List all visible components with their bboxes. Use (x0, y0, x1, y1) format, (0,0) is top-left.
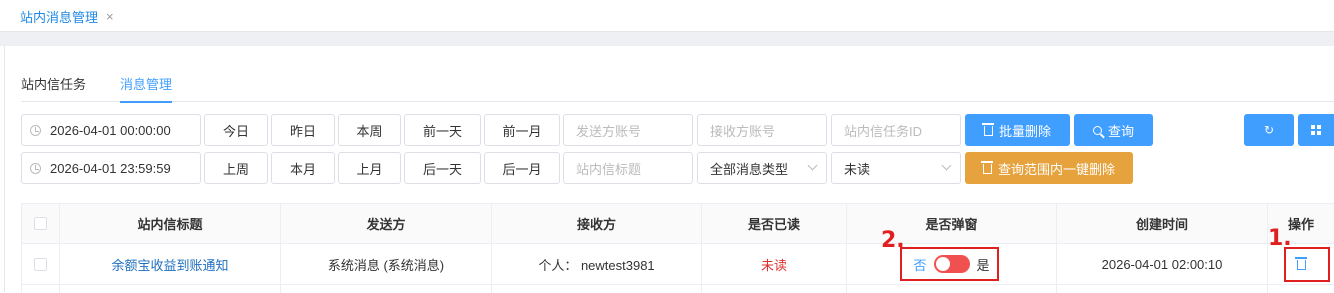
select-all-checkbox[interactable] (34, 217, 47, 230)
prev-day-button[interactable]: 前一天 (404, 114, 481, 146)
tab-label: 站内消息管理 (20, 9, 99, 25)
prev-month-button[interactable]: 前一月 (484, 114, 560, 146)
batch-delete-button[interactable]: 批量删除 (965, 114, 1070, 146)
yesterday-button[interactable]: 昨日 (271, 114, 335, 146)
range-delete-button[interactable]: 查询范围内一键删除 (965, 152, 1133, 184)
next-month-button[interactable]: 后一月 (484, 152, 560, 184)
next-day-button[interactable]: 后一天 (404, 152, 481, 184)
header-receiver: 接收方 (492, 204, 702, 243)
message-table: 站内信标题 发送方 接收方 是否已读 是否弹窗 创建时间 操作 余额宝收益到账通… (21, 203, 1334, 293)
content-gap (0, 32, 1334, 46)
grid-icon (1310, 124, 1322, 136)
header-created: 创建时间 (1057, 204, 1268, 243)
row-select-cell (22, 244, 60, 284)
title-input[interactable]: 站内信标题 (563, 152, 693, 184)
tab-site-message-management[interactable]: 站内消息管理 × (20, 7, 114, 25)
last-month-button[interactable]: 上月 (338, 152, 401, 184)
clock-icon (30, 162, 41, 174)
columns-button[interactable] (1298, 114, 1334, 146)
chevron-down-icon (807, 160, 818, 171)
today-button[interactable]: 今日 (204, 114, 268, 146)
table-header: 站内信标题 发送方 接收方 是否已读 是否弹窗 创建时间 操作 (22, 204, 1334, 244)
sender-account-input[interactable]: 发送方账号 (563, 114, 693, 146)
header-select-cell (22, 204, 60, 243)
sub-tabs: 站内信任务 消息管理 (21, 74, 1334, 103)
header-title: 站内信标题 (60, 204, 281, 243)
header-read: 是否已读 (702, 204, 847, 243)
annotation-box-1 (1284, 247, 1330, 282)
message-title-link[interactable]: 余额宝收益到账通知 (111, 255, 228, 274)
read-status-text: 未读 (760, 257, 787, 273)
message-type-select[interactable]: 全部消息类型 (697, 152, 827, 184)
row-sender: 系统消息 (系统消息) (281, 244, 492, 284)
header-sender: 发送方 (281, 204, 492, 243)
trash-icon (981, 123, 994, 136)
table-row: 余额宝收益到账通知 系统消息 (系统消息) 个人： newtest3981 未读… (22, 244, 1334, 285)
row-receiver: 个人： newtest3981 (492, 244, 702, 284)
search-icon (1092, 125, 1102, 135)
row-title-cell: 余额宝收益到账通知 (60, 244, 281, 284)
refresh-icon: ↻ (1263, 123, 1275, 137)
read-status-select[interactable]: 未读 (831, 152, 961, 184)
start-time-input[interactable]: 2026-04-01 00:00:00 (21, 114, 201, 146)
header-popup: 是否弹窗 (847, 204, 1057, 243)
row-read-cell: 未读 (702, 244, 847, 284)
tab-message-task[interactable]: 站内信任务 (21, 74, 86, 102)
task-id-input[interactable]: 站内信任务ID (831, 114, 961, 146)
refresh-button[interactable]: ↻ (1244, 114, 1294, 146)
last-week-button[interactable]: 上周 (204, 152, 268, 184)
close-icon[interactable]: × (106, 9, 114, 24)
row-created: 2026-04-01 02:00:10 (1057, 244, 1268, 284)
query-button[interactable]: 查询 (1074, 114, 1153, 146)
top-tab-bar: 站内消息管理 × (0, 0, 1334, 32)
end-time-input[interactable]: 2026-04-01 23:59:59 (21, 152, 201, 184)
receiver-account-input[interactable]: 接收方账号 (697, 114, 827, 146)
this-month-button[interactable]: 本月 (271, 152, 335, 184)
this-week-button[interactable]: 本周 (338, 114, 401, 146)
chevron-down-icon (941, 160, 952, 171)
row-checkbox[interactable] (34, 257, 47, 271)
trash-icon (980, 161, 993, 174)
annotation-box-2 (900, 247, 999, 281)
tab-message-management[interactable]: 消息管理 (120, 74, 173, 103)
clock-icon (30, 124, 41, 136)
